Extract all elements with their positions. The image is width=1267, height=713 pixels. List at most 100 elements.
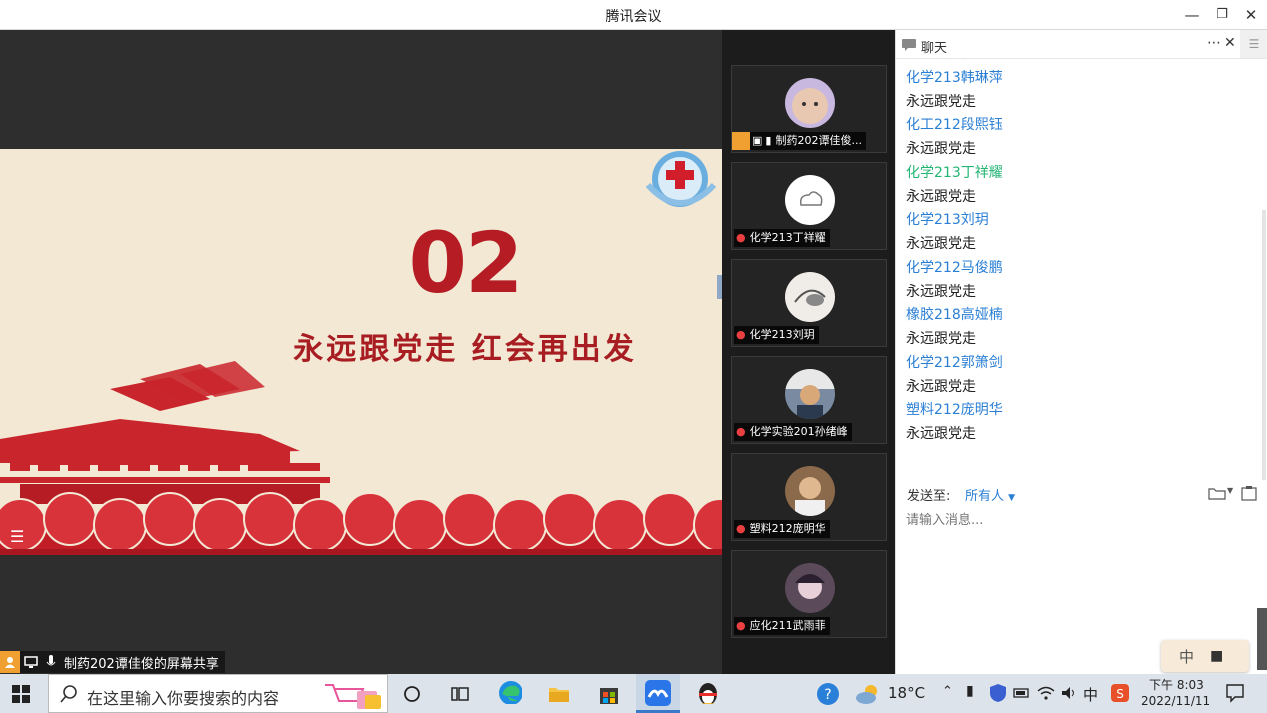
qq-penguin-icon[interactable]: [695, 680, 719, 704]
title-bar: 腾讯会议 — ❐ ✕: [0, 0, 1267, 30]
participant-tile[interactable]: ● 化学213刘玥: [731, 259, 887, 347]
notification-center-icon[interactable]: [1225, 683, 1249, 707]
ime-floating-bar[interactable]: 中 ■: [1161, 640, 1249, 672]
shared-screen-area: 02 永远跟党走 红会再出发 ☰: [0, 30, 722, 674]
chat-scrollbar[interactable]: [1262, 210, 1266, 480]
chevron-down-icon[interactable]: ▼: [1227, 486, 1233, 495]
sidebar-menu-button[interactable]: ☰: [1240, 30, 1267, 58]
edge-scroll-handle[interactable]: [1257, 608, 1267, 670]
svg-text:S: S: [1116, 687, 1124, 701]
chat-message: 化学213韩琳萍: [906, 69, 1003, 86]
microphone-icon: [42, 653, 60, 671]
avatar: [785, 466, 835, 516]
help-icon[interactable]: ?: [816, 682, 840, 706]
shopping-promo-icon: [325, 684, 381, 709]
cortana-icon[interactable]: [400, 682, 424, 706]
weather-cloudy-icon: [856, 685, 877, 704]
send-to-label: 发送至:: [907, 489, 951, 504]
chat-message: 化学212郭箫剑: [906, 354, 1003, 371]
chat-message: 化学213丁祥耀: [906, 164, 1003, 181]
volume-icon[interactable]: [1060, 684, 1084, 708]
microphone-muted-icon: ●: [736, 522, 746, 535]
avatar: [785, 78, 835, 128]
chat-message: 永远跟党走: [906, 59, 1256, 67]
chat-message: 永远跟党走: [906, 283, 976, 300]
microphone-muted-icon: ●: [736, 231, 746, 244]
participant-tile[interactable]: ● 应化211武雨菲: [731, 550, 887, 638]
wifi-icon[interactable]: [1036, 684, 1060, 708]
participant-name-tag: ● 化学213丁祥耀: [734, 229, 830, 247]
participant-gallery: ▣ ▮ 制药202谭佳俊... ● 化学213丁祥耀 ● 化学213刘玥 ● 化…: [722, 30, 895, 674]
microphone-muted-icon: ●: [736, 425, 746, 438]
chat-message: 橡胶218高娅楠: [906, 307, 1003, 324]
close-button[interactable]: ✕: [1240, 4, 1262, 26]
close-chat-button[interactable]: ✕: [1224, 35, 1236, 51]
participant-name: 制药202谭佳俊...: [775, 134, 862, 147]
participant-tile[interactable]: ● 化学213丁祥耀: [731, 162, 887, 250]
participant-name: 化学实验201孙绪峰: [749, 425, 848, 438]
participant-name-tag: ● 应化211武雨菲: [734, 617, 830, 635]
chat-panel: 聊天 ⋯ ✕ ☰ 永远跟党走化学213韩琳萍永远跟党走化工212段熙钰永远跟党走…: [895, 30, 1267, 674]
svg-text:?: ?: [824, 687, 831, 703]
security-shield-icon[interactable]: [988, 683, 1012, 707]
chevron-down-icon: ▼: [1008, 493, 1016, 503]
microsoft-store-icon[interactable]: [597, 682, 621, 706]
search-icon: [60, 685, 77, 703]
tencent-meeting-icon: [645, 680, 671, 706]
chat-message: 塑料212庞明华: [906, 402, 1003, 419]
taskbar: 在这里输入你要搜索的内容 ? 18°C ⌃ ▮ 中 S 下午 8:03 2022…: [0, 674, 1267, 713]
clock-time[interactable]: 下午 8:03: [1149, 676, 1204, 693]
chat-message: 化学212马俊鹏: [906, 259, 1003, 276]
recipient-select[interactable]: 所有人 ▼: [965, 485, 1015, 504]
chat-message: 永远跟党走: [906, 188, 976, 205]
tencent-meeting-taskbar-button[interactable]: [636, 674, 680, 713]
avatar: [785, 563, 835, 613]
avatar: [785, 272, 835, 322]
chat-message: 永远跟党走: [906, 93, 976, 110]
windows-start-icon[interactable]: [12, 685, 36, 709]
task-view-icon[interactable]: [448, 682, 472, 706]
host-icon: [732, 132, 750, 150]
chat-message: 永远跟党走: [906, 426, 976, 442]
battery-icon: [1013, 688, 1029, 698]
taskbar-search-box[interactable]: 在这里输入你要搜索的内容: [48, 674, 388, 713]
participant-name: 化学213刘玥: [749, 328, 815, 341]
microphone-icon: ▮: [765, 134, 772, 147]
minimize-button[interactable]: —: [1181, 4, 1203, 26]
chat-message: 化学213刘玥: [906, 212, 989, 229]
screen-share-icon: [22, 653, 40, 671]
participant-tile[interactable]: ▣ ▮ 制药202谭佳俊...: [731, 65, 887, 153]
input-method-indicator[interactable]: 中: [1083, 684, 1098, 705]
participant-name: 应化211武雨菲: [749, 619, 826, 632]
chat-message: 永远跟党走: [906, 236, 976, 252]
slide-menu-icon[interactable]: ☰: [10, 527, 24, 546]
chat-message: 化工212段熙钰: [906, 117, 1003, 134]
clock-date[interactable]: 2022/11/11: [1141, 694, 1210, 708]
microphone-muted-icon: ●: [736, 619, 746, 632]
ime-skin-icon: ■: [1210, 648, 1224, 664]
meeting-notice-icon[interactable]: [1241, 485, 1257, 501]
sogou-ime-icon[interactable]: S: [1110, 683, 1134, 707]
slide-number: 02: [408, 214, 524, 312]
avatar: [785, 175, 835, 225]
chat-message: 永远跟党走: [906, 378, 976, 395]
participant-name-tag: ● 化学实验201孙绪峰: [734, 423, 852, 441]
weather-temperature: 18°C: [888, 684, 926, 702]
message-input[interactable]: [904, 508, 1258, 532]
restore-button[interactable]: ❐: [1211, 4, 1233, 26]
screen-share-label: 制药202谭佳俊的屏幕共享: [0, 651, 225, 673]
file-explorer-icon[interactable]: [547, 682, 571, 706]
chat-icon: [902, 39, 916, 51]
microphone-tray-icon[interactable]: ▮: [966, 683, 974, 699]
participant-tile[interactable]: ● 化学实验201孙绪峰: [731, 356, 887, 444]
screen-share-text: 制药202谭佳俊的屏幕共享: [64, 656, 219, 672]
participant-icon: [0, 651, 20, 673]
more-options-icon[interactable]: ⋯: [1207, 35, 1221, 51]
chat-message: 永远跟党走: [906, 141, 976, 157]
window-title: 腾讯会议: [605, 9, 662, 25]
chevron-up-icon[interactable]: ⌃: [942, 684, 953, 699]
participant-tile[interactable]: ● 塑料212庞明华: [731, 453, 887, 541]
folder-icon[interactable]: [1208, 486, 1226, 500]
participant-name-tag: ● 塑料212庞明华: [734, 520, 830, 538]
edge-browser-icon[interactable]: [498, 680, 522, 704]
